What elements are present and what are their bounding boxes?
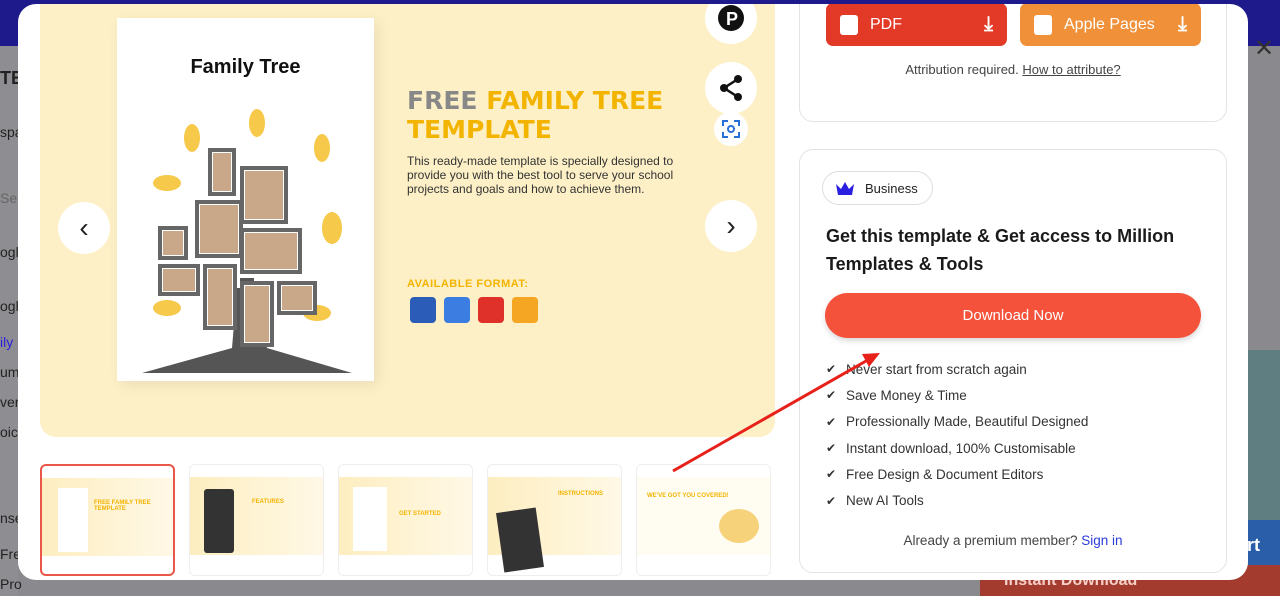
- bg-text: Pro: [0, 576, 22, 592]
- business-badge: Business: [822, 171, 933, 205]
- check-icon: ✔: [826, 467, 837, 482]
- download-card: PDF ⤓ Apple Pages ⤓ Attribution required. …: [799, 4, 1227, 122]
- bg-text: ort: [1248, 520, 1280, 570]
- pdf-file-icon: [840, 14, 858, 35]
- thumbnail-strip: FREE FAMILY TREE TEMPLATE FEATURES GET S…: [40, 464, 771, 576]
- pages-icon: [512, 297, 538, 323]
- previous-slide-button[interactable]: ‹: [58, 202, 110, 254]
- background-page-left: TE spa Se ogle ogle ily um ver oice nse …: [0, 46, 26, 596]
- crown-icon: [836, 182, 854, 195]
- next-slide-button[interactable]: ›: [705, 200, 757, 252]
- thumbnail[interactable]: FEATURES: [189, 464, 324, 576]
- preview-headline: FREE FAMILY TREE TEMPLATE: [407, 86, 664, 144]
- bg-text: ver: [0, 394, 20, 410]
- format-icons: [410, 297, 538, 323]
- sign-in-link[interactable]: Sign in: [1081, 533, 1122, 548]
- svg-text:P: P: [726, 9, 738, 29]
- thumbnail[interactable]: GET STARTED: [338, 464, 473, 576]
- thumbnail[interactable]: FREE FAMILY TREE TEMPLATE: [40, 464, 175, 576]
- bg-text: um: [0, 364, 20, 380]
- apple-pages-download-button[interactable]: Apple Pages ⤓: [1020, 4, 1201, 46]
- preview-page: Family Tree: [117, 18, 374, 381]
- close-icon[interactable]: ✕: [1254, 34, 1274, 63]
- list-item: ✔ Free Design & Document Editors: [826, 466, 1044, 482]
- list-item: ✔ New AI Tools: [826, 493, 924, 509]
- thumbnail[interactable]: WE'VE GOT YOU COVERED!: [636, 464, 771, 576]
- share-button[interactable]: [705, 62, 757, 114]
- premium-card: Business Get this template & Get access …: [799, 149, 1227, 573]
- check-icon: ✔: [826, 441, 837, 456]
- download-now-button[interactable]: Download Now: [825, 293, 1201, 338]
- list-item: ✔ Instant download, 100% Customisable: [826, 440, 1076, 456]
- bg-text: ily: [0, 334, 14, 350]
- family-tree-illustration: [142, 109, 352, 373]
- list-item: ✔ Professionally Made, Beautiful Designed: [826, 414, 1089, 430]
- pdf-download-button[interactable]: PDF ⤓: [826, 4, 1007, 46]
- word-icon: [410, 297, 436, 323]
- check-icon: ✔: [826, 388, 837, 403]
- list-item: ✔ Never start from scratch again: [826, 361, 1027, 377]
- visual-search-button[interactable]: [714, 112, 748, 146]
- check-icon: ✔: [826, 414, 837, 429]
- download-icon: ⤓: [1178, 13, 1187, 35]
- template-modal: Family Tree FREE FAMILY TREE TEMPLATE Thi…: [18, 4, 1248, 580]
- attribution: Attribution required. How to attribute?: [905, 62, 1121, 77]
- pdf-icon: [478, 297, 504, 323]
- preview-description: This ready-made template is specially de…: [407, 154, 674, 196]
- google-docs-icon: [444, 297, 470, 323]
- check-icon: ✔: [826, 493, 837, 508]
- pinterest-icon: P: [718, 5, 744, 31]
- premium-headline: Get this template & Get access to Millio…: [826, 226, 1175, 274]
- page-title: Family Tree: [190, 56, 301, 78]
- feature-list: ✔ Never start from scratch again ✔ Save Mo…: [826, 356, 1088, 514]
- pages-file-icon: [1034, 14, 1052, 35]
- check-icon: ✔: [826, 362, 837, 377]
- template-preview: Family Tree FREE FAMILY TREE TEMPLATE Thi…: [40, 4, 775, 437]
- bg-text: Se: [0, 190, 18, 206]
- share-icon: [720, 75, 742, 101]
- sign-in-prompt: Already a premium member? Sign in: [903, 533, 1123, 548]
- scan-icon: [722, 120, 740, 138]
- download-icon: ⤓: [984, 13, 993, 35]
- available-format-label: AVAILABLE FORMAT:: [407, 278, 529, 290]
- list-item: ✔ Save Money & Time: [826, 387, 967, 403]
- thumbnail[interactable]: INSTRUCTIONS: [487, 464, 622, 576]
- background-page-right: ort: [1248, 350, 1280, 570]
- how-to-attribute-link[interactable]: How to attribute?: [1022, 62, 1120, 77]
